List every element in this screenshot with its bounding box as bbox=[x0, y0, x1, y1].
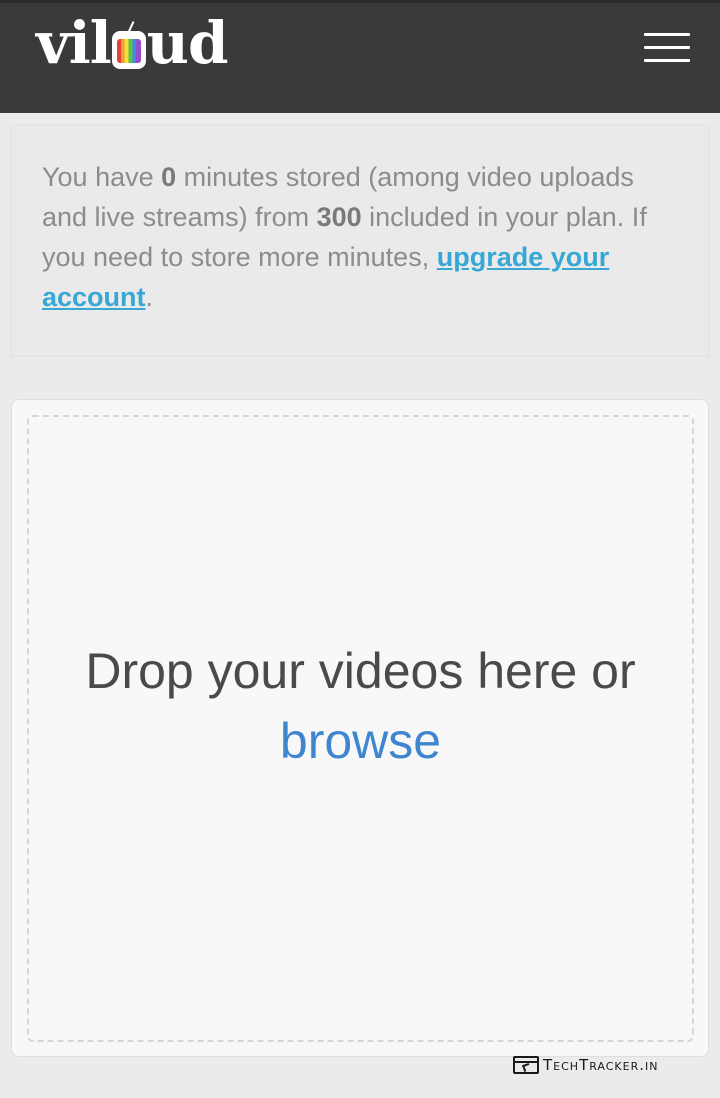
minutes-included-value: 300 bbox=[316, 202, 362, 232]
techtracker-watermark: TechTracker.in bbox=[513, 1054, 658, 1076]
tv-icon bbox=[111, 21, 146, 69]
logo-text-start: vil bbox=[36, 9, 112, 77]
viloud-logo[interactable]: vil ud bbox=[36, 9, 229, 77]
video-drop-zone[interactable]: Drop your videos here or browse bbox=[27, 415, 694, 1042]
drop-prompt-text: Drop your videos here or bbox=[85, 643, 636, 699]
storage-usage-notice: You have 0 minutes stored (among video u… bbox=[10, 124, 710, 357]
notice-text-1: You have bbox=[42, 162, 162, 192]
notice-text-4: . bbox=[145, 282, 154, 312]
logo-text-end: ud bbox=[146, 9, 229, 77]
watermark-text: TechTracker.in bbox=[543, 1056, 659, 1074]
video-upload-card: Drop your videos here or browse bbox=[11, 399, 709, 1057]
minutes-stored-value: 0 bbox=[161, 162, 177, 192]
browse-link[interactable]: browse bbox=[280, 713, 441, 769]
top-navigation-bar: vil ud bbox=[0, 0, 720, 113]
drop-prompt: Drop your videos here or browse bbox=[29, 636, 692, 776]
hamburger-menu-icon[interactable] bbox=[644, 33, 690, 65]
browser-cursor-icon bbox=[513, 1056, 539, 1074]
